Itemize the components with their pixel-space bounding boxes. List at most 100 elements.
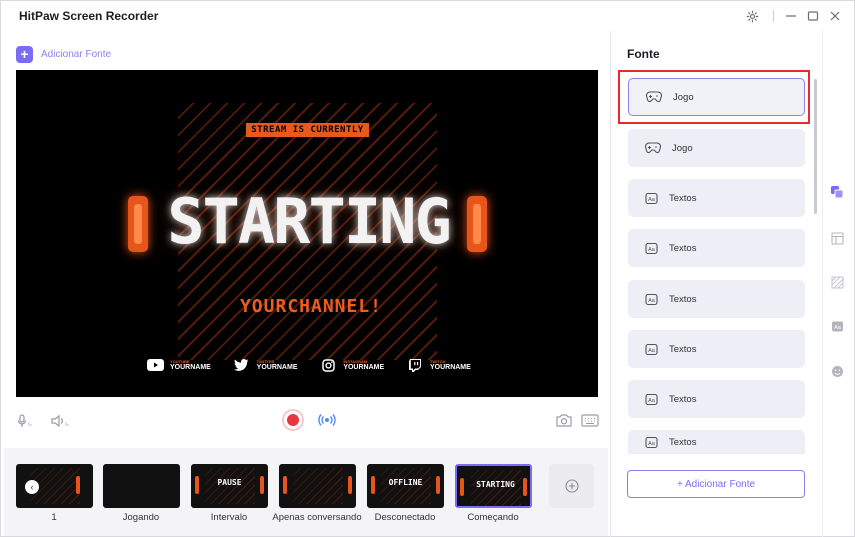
plus-icon: +	[16, 45, 33, 63]
source-item[interactable]: Aa Textos	[628, 330, 805, 368]
maximize-icon[interactable]	[805, 8, 821, 24]
scene-thumb-bar	[371, 476, 375, 494]
scene-thumb-bar	[283, 476, 287, 494]
add-source-label: Adicionar Fonte	[41, 48, 112, 60]
source-item[interactable]: Aa Textos	[628, 179, 805, 217]
selection-highlight	[618, 70, 810, 124]
social-name: YOURNAME	[343, 363, 385, 371]
twitch-icon	[406, 358, 424, 372]
source-item[interactable]: Aa Textos	[628, 380, 805, 418]
speaker-icon[interactable]	[50, 413, 72, 429]
microphone-icon[interactable]	[16, 413, 36, 429]
gamepad-icon	[645, 142, 661, 154]
settings-gear-icon[interactable]	[744, 8, 760, 24]
layout-icon[interactable]	[830, 231, 844, 245]
social-instagram: INSTAGRAM YOURNAME	[319, 356, 399, 374]
social-name: YOURNAME	[429, 363, 471, 371]
scene-thumbnail[interactable]	[279, 464, 356, 508]
panel-title: Fonte	[627, 47, 660, 61]
sources-layers-icon[interactable]	[830, 185, 844, 199]
scene-thumb-bar	[195, 476, 199, 494]
record-dot-icon	[287, 414, 299, 426]
source-label: Textos	[669, 393, 697, 405]
title-separator	[773, 10, 774, 22]
svg-text:Aa: Aa	[834, 325, 842, 331]
broadcast-icon	[318, 414, 336, 426]
scene-label: 1	[51, 512, 57, 523]
scene-thumb-bar	[260, 476, 264, 494]
scene-label: Apenas conversando	[272, 512, 362, 523]
panel-divider	[610, 31, 611, 537]
minimize-icon[interactable]	[783, 8, 799, 24]
social-name: YOURNAME	[170, 363, 211, 371]
add-source-panel-button[interactable]: + Adicionar Fonte	[627, 470, 805, 498]
plus-circle-icon	[564, 479, 579, 493]
source-label: Jogo	[672, 142, 693, 154]
social-twitter: TWITTER YOURNAME	[233, 356, 313, 374]
live-stream-button[interactable]	[316, 409, 338, 431]
preview-tag: STREAM IS CURRENTLY	[246, 123, 369, 137]
scene-thumb-bar	[436, 476, 440, 494]
svg-text:Aa: Aa	[648, 441, 656, 447]
scene-thumbnail-active[interactable]: STARTING	[455, 464, 532, 508]
scene-thumbnail[interactable]	[103, 464, 180, 508]
scroll-left-icon[interactable]: ‹	[25, 480, 39, 494]
svg-text:Aa: Aa	[648, 398, 656, 404]
scene-thumbnail[interactable]: OFFLINE	[367, 464, 444, 508]
source-item[interactable]: Aa Textos	[628, 280, 805, 318]
add-scene-button[interactable]	[549, 464, 594, 508]
emoji-sticker-icon[interactable]	[830, 364, 844, 378]
twitter-icon	[233, 358, 251, 372]
app-window: HitPaw Screen Recorder + Adicionar Fonte…	[0, 0, 855, 537]
camera-icon[interactable]	[555, 412, 573, 428]
preview-headline: STARTING	[167, 185, 452, 258]
scene-label: Desconectado	[374, 512, 436, 523]
scene-thumb-bar	[460, 478, 464, 496]
add-source-button[interactable]: + Adicionar Fonte	[16, 45, 111, 63]
scene-thumb-title: STARTING	[476, 480, 515, 489]
svg-text:Aa: Aa	[648, 348, 656, 354]
left-accent-bar	[128, 196, 148, 252]
text-icon: Aa	[645, 192, 658, 204]
record-button[interactable]	[282, 409, 304, 431]
scene-thumb-bar	[348, 476, 352, 494]
source-item[interactable]: Aa Textos	[628, 229, 805, 267]
text-icon: Aa	[645, 436, 658, 448]
side-toolbar-divider	[822, 31, 823, 537]
scene-label: Intervalo	[210, 512, 248, 523]
scene-thumb-title: OFFLINE	[388, 478, 423, 487]
background-pattern-icon[interactable]	[830, 275, 844, 289]
youtube-icon	[146, 358, 164, 372]
source-label: Textos	[669, 242, 697, 254]
social-youtube: YOUTUBE YOURNAME	[146, 356, 226, 374]
social-twitch: TWITCH YOURNAME	[406, 356, 486, 374]
close-icon[interactable]	[827, 8, 843, 24]
source-item[interactable]: Jogo	[628, 129, 805, 167]
scene-label: Jogando	[122, 512, 160, 523]
scene-thumb-title: PAUSE	[217, 478, 242, 487]
source-label: Textos	[669, 293, 697, 305]
text-style-icon[interactable]: Aa	[830, 319, 844, 333]
panel-scrollbar[interactable]	[814, 79, 817, 214]
svg-text:Aa: Aa	[648, 197, 656, 203]
scene-thumbnail[interactable]: PAUSE	[191, 464, 268, 508]
keyboard-icon[interactable]	[580, 412, 600, 428]
scene-label: Começando	[467, 512, 519, 523]
social-links: YOUTUBE YOURNAME TWITTER YOURNAME INSTAGRA…	[146, 356, 486, 374]
right-accent-bar	[467, 196, 487, 252]
social-name: YOURNAME	[256, 363, 298, 371]
app-title: HitPaw Screen Recorder	[19, 9, 159, 23]
svg-text:Aa: Aa	[648, 298, 656, 304]
text-icon: Aa	[645, 393, 658, 405]
title-bar: HitPaw Screen Recorder	[1, 1, 854, 31]
add-source-panel-label: + Adicionar Fonte	[676, 478, 756, 490]
source-label: Textos	[669, 436, 697, 448]
svg-text:Aa: Aa	[648, 247, 656, 253]
source-item[interactable]: Aa Textos	[628, 430, 805, 454]
text-icon: Aa	[645, 293, 658, 305]
text-icon: Aa	[645, 343, 658, 355]
scene-thumb-bar	[76, 476, 80, 494]
scene-preview[interactable]: STREAM IS CURRENTLY STARTING YOURCHANNEL…	[16, 70, 598, 397]
source-label: Textos	[669, 192, 697, 204]
preview-channel: YOURCHANNEL!	[239, 296, 383, 317]
